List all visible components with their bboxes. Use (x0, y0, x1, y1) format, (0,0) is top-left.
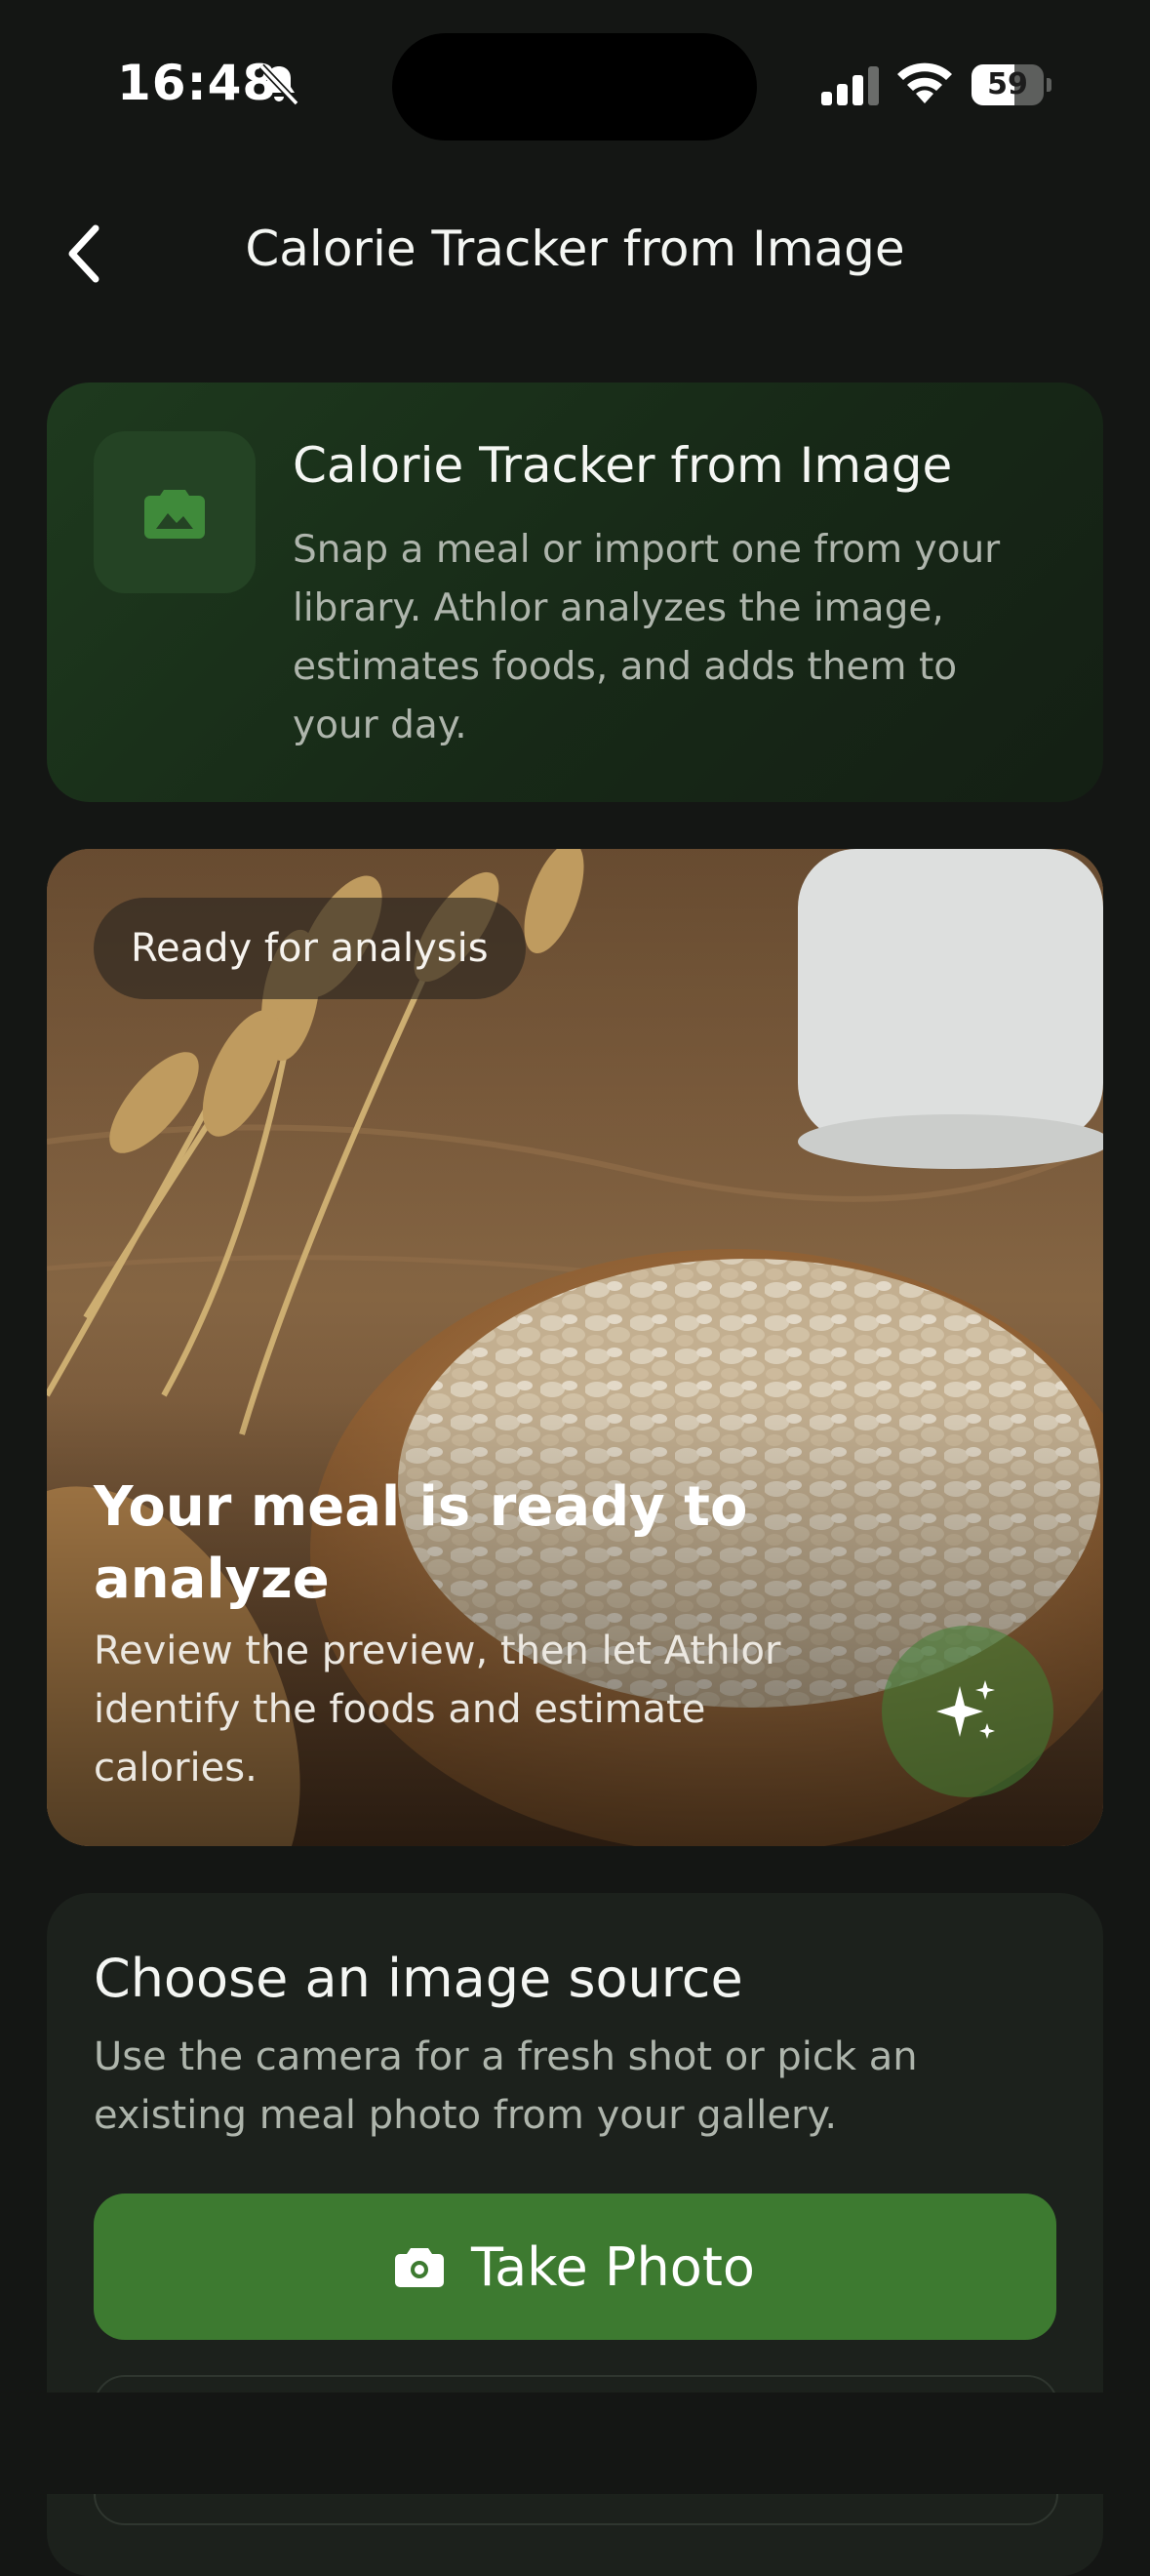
source-title: Choose an image source (94, 1948, 743, 2009)
intro-description: Snap a meal or import one from your libr… (293, 528, 1001, 747)
page-title: Calorie Tracker from Image (245, 221, 905, 277)
dynamic-island (392, 33, 757, 141)
preview-title: Your meal is ready to analyze (94, 1475, 748, 1611)
battery-indicator: 59 (972, 64, 1051, 105)
intro-icon-container (94, 431, 256, 593)
take-photo-label: Take Photo (471, 2235, 755, 2298)
cellular-signal-icon (821, 66, 879, 105)
intro-title: Calorie Tracker from Image (293, 437, 953, 494)
source-description: Use the camera for a fresh shot or pick … (94, 2034, 918, 2138)
camera-icon (395, 2248, 445, 2287)
bell-slash-icon (258, 63, 299, 106)
chevron-left-icon (68, 224, 99, 283)
bottom-safe-area (0, 2393, 1150, 2494)
battery-percentage: 59 (987, 67, 1028, 101)
wifi-icon (897, 62, 952, 103)
analyze-button[interactable] (882, 1626, 1053, 1797)
status-bar: 16:48 59 (0, 0, 1150, 166)
status-badge: Ready for analysis (94, 898, 526, 999)
preview-description: Review the preview, then let Athlor iden… (94, 1629, 781, 1791)
meal-preview-card[interactable]: Ready for analysis Your meal is ready to… (47, 849, 1103, 1846)
status-time: 16:48 (117, 55, 278, 111)
intro-card: Calorie Tracker from Image Snap a meal o… (47, 382, 1103, 802)
sparkles-icon (936, 1680, 995, 1739)
back-button[interactable] (49, 215, 119, 293)
image-camera-icon (144, 490, 205, 539)
take-photo-button[interactable]: Take Photo (94, 2194, 1056, 2340)
